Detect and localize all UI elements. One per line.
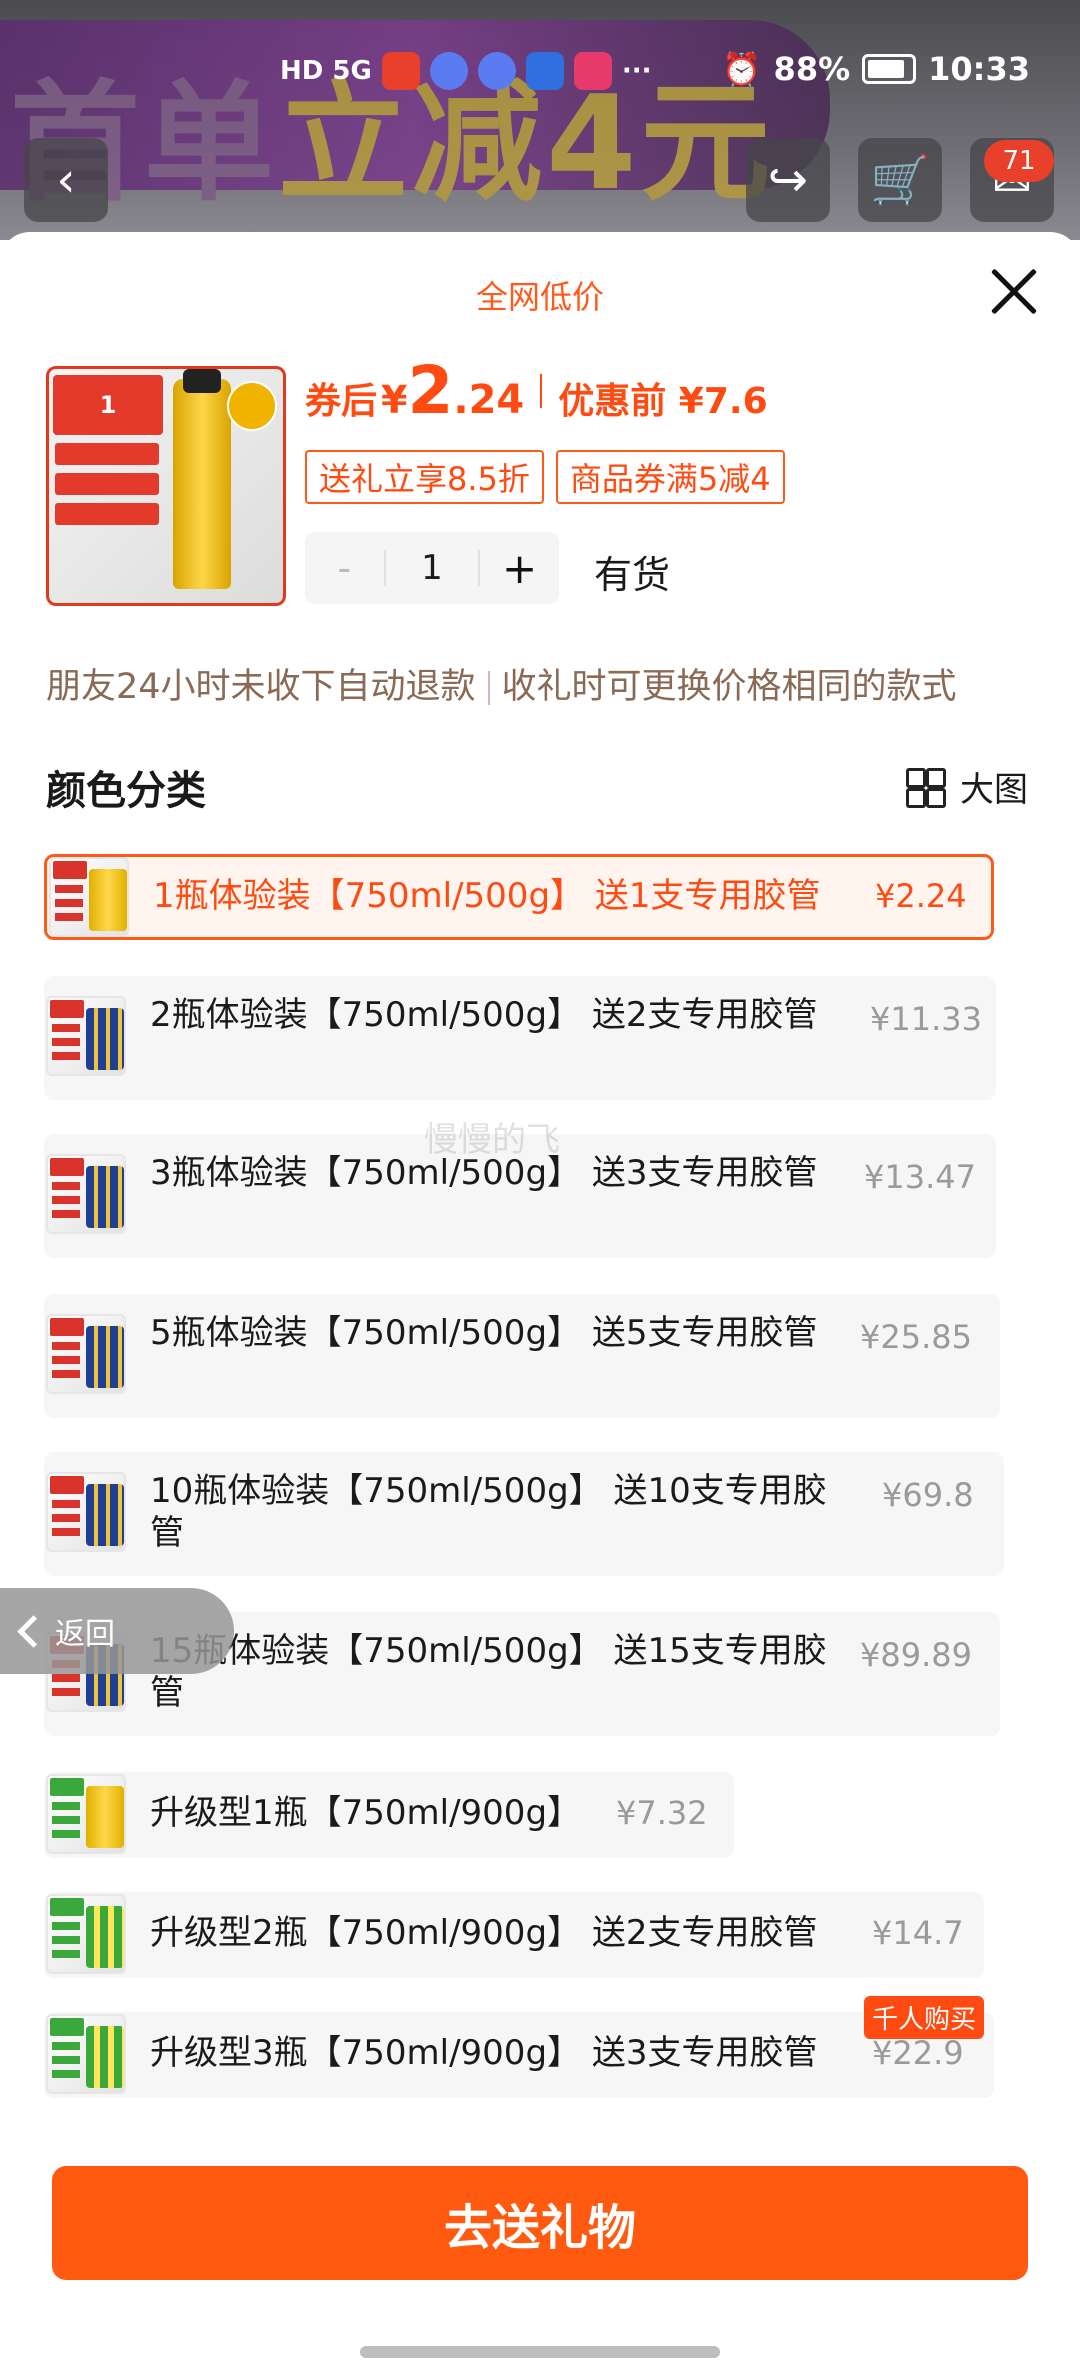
promo-tag-coupon: 商品券满5减4 xyxy=(555,450,785,504)
quantity-stepper: - 1 + xyxy=(305,532,559,604)
app-circle-icon-2 xyxy=(477,52,516,90)
yen-symbol: ¥ xyxy=(381,378,408,422)
sku-option-price: ¥14.7 xyxy=(872,1914,964,1952)
sku-option-price: ¥69.8 xyxy=(882,1476,974,1514)
sku-option-price: ¥2.24 xyxy=(875,877,967,915)
increase-button[interactable]: + xyxy=(480,544,559,593)
chevron-left-icon xyxy=(17,1614,50,1648)
big-view-label: 大图 xyxy=(960,770,1028,810)
sku-thumbnail xyxy=(46,1894,126,1974)
taobao-app-icon xyxy=(381,52,420,90)
baidu-app-icon xyxy=(525,52,564,90)
product-image-specs xyxy=(55,443,159,533)
gift-notice-refund: 朋友24小时未收下自动退款 xyxy=(46,667,476,707)
sheet-title: 全网低价 xyxy=(475,278,604,316)
sku-option-name: 升级型3瓶【750ml/900g】 送3支专用胶管 xyxy=(150,2033,818,2073)
sku-thumbnail xyxy=(46,996,126,1076)
sku-option-name: 2瓶体验装【750ml/500g】 送2支专用胶管 xyxy=(150,995,818,1035)
price-integer: 2 xyxy=(407,352,454,429)
original-price: 优惠前 ¥7.6 xyxy=(558,381,768,422)
back-arrow-icon[interactable]: ‹ xyxy=(24,138,108,222)
sku-option[interactable]: 10瓶体验装【750ml/500g】 送10支专用胶管 ¥69.8 xyxy=(44,1452,1004,1576)
sku-option[interactable]: 2瓶体验装【750ml/500g】 送2支专用胶管 ¥11.33 xyxy=(44,976,996,1100)
shop-app-icon xyxy=(573,52,612,90)
cart-icon[interactable]: 🛒 xyxy=(858,138,942,222)
product-image-label: 1 xyxy=(53,375,163,435)
sku-thumbnail xyxy=(46,1472,126,1552)
sku-option-price: ¥22.9 xyxy=(872,2034,964,2072)
section-title: 颜色分类 xyxy=(46,768,206,814)
back-label: 返回 xyxy=(55,1617,115,1652)
hot-sale-badge: 千人购买 xyxy=(864,1996,985,2039)
share-icon[interactable]: ↪ xyxy=(746,138,830,222)
foam-can-nozzle xyxy=(183,369,221,393)
status-left-icons: HD 5G ··· xyxy=(280,52,651,90)
product-seal-icon xyxy=(227,381,277,431)
watermark: 慢慢的飞 xyxy=(424,1120,560,1160)
battery-icon xyxy=(862,54,917,84)
sku-option-name: 升级型1瓶【750ml/900g】 xyxy=(150,1793,582,1833)
sku-option-name: 15瓶体验装【750ml/500g】 送15支专用胶管 xyxy=(150,1631,827,1713)
send-gift-button[interactable]: 去送礼物 xyxy=(52,2166,1028,2280)
cart-count-badge: 71 xyxy=(984,140,1054,182)
back-floating-button[interactable]: 返回 xyxy=(0,1588,234,1674)
price-row: 券后 ¥ 2 .24 优惠前 ¥7.6 xyxy=(305,352,768,429)
sku-option-price: ¥7.32 xyxy=(616,1794,708,1832)
clock: 10:33 xyxy=(928,50,1030,88)
app-circle-icon xyxy=(429,52,468,90)
status-bar: HD 5G ··· ⏰ 88% 10:33 xyxy=(0,0,1080,150)
notice-divider xyxy=(487,671,490,705)
quantity-value[interactable]: 1 xyxy=(383,550,481,586)
sku-thumbnail xyxy=(46,1154,126,1234)
sku-thumbnail xyxy=(46,2014,126,2094)
status-right: ⏰ 88% 10:33 xyxy=(722,50,1030,88)
gift-notice: 朋友24小时未收下自动退款 收礼时可更换价格相同的款式 xyxy=(46,658,957,709)
promo-tags: 送礼立享8.5折 商品券满5减4 xyxy=(305,450,785,504)
sku-option-name: 升级型2瓶【750ml/900g】 送2支专用胶管 xyxy=(150,1913,818,1953)
sku-option[interactable]: 升级型1瓶【750ml/900g】 ¥7.32 xyxy=(44,1772,734,1858)
sku-option-name: 10瓶体验装【750ml/500g】 送10支专用胶管 xyxy=(150,1471,827,1553)
more-icon: ··· xyxy=(621,56,652,86)
foam-can-graphic xyxy=(173,379,231,589)
sku-option-name: 5瓶体验装【750ml/500g】 送5支专用胶管 xyxy=(150,1313,818,1353)
promo-tag-discount: 送礼立享8.5折 xyxy=(305,450,544,504)
after-coupon-label: 券后 xyxy=(305,381,378,422)
sku-option[interactable]: 1瓶体验装【750ml/500g】 送1支专用胶管 ¥2.24 xyxy=(44,854,994,940)
product-image[interactable]: 1 xyxy=(46,366,286,606)
price-divider xyxy=(540,373,543,408)
price-decimal: .24 xyxy=(453,377,525,423)
big-view-toggle[interactable]: 大图 xyxy=(906,762,1028,811)
stock-status: 有货 xyxy=(594,553,671,597)
close-icon[interactable] xyxy=(988,266,1040,318)
sku-thumbnail xyxy=(49,857,129,937)
sku-option[interactable]: 升级型3瓶【750ml/900g】 送3支专用胶管 ¥22.9 xyxy=(44,2012,994,2098)
sku-thumbnail xyxy=(46,1314,126,1394)
sku-option-price: ¥89.89 xyxy=(860,1636,972,1674)
sku-thumbnail xyxy=(46,1774,126,1854)
sku-selector-sheet: 全网低价 1 券后 ¥ 2 .24 优惠前 ¥7.6 送礼立享8.5折 商品券满… xyxy=(0,232,1080,2376)
gift-notice-exchange: 收礼时可更换价格相同的款式 xyxy=(501,667,957,707)
sku-option-price: ¥11.33 xyxy=(870,1000,982,1038)
sku-option[interactable]: 升级型2瓶【750ml/900g】 送2支专用胶管 ¥14.7 xyxy=(44,1892,984,1978)
signal-text: HD 5G xyxy=(280,56,372,86)
battery-percent: 88% xyxy=(773,50,851,88)
grid-icon xyxy=(906,767,946,808)
decrease-button[interactable]: - xyxy=(305,546,384,590)
alarm-icon: ⏰ xyxy=(721,50,762,88)
sku-option-price: ¥13.47 xyxy=(864,1158,976,1196)
sku-option-price: ¥25.85 xyxy=(860,1318,972,1356)
sku-option[interactable]: 5瓶体验装【750ml/500g】 送5支专用胶管 ¥25.85 xyxy=(44,1294,1000,1418)
home-indicator[interactable] xyxy=(360,2346,720,2358)
sku-option-name: 1瓶体验装【750ml/500g】 送1支专用胶管 xyxy=(153,876,821,916)
